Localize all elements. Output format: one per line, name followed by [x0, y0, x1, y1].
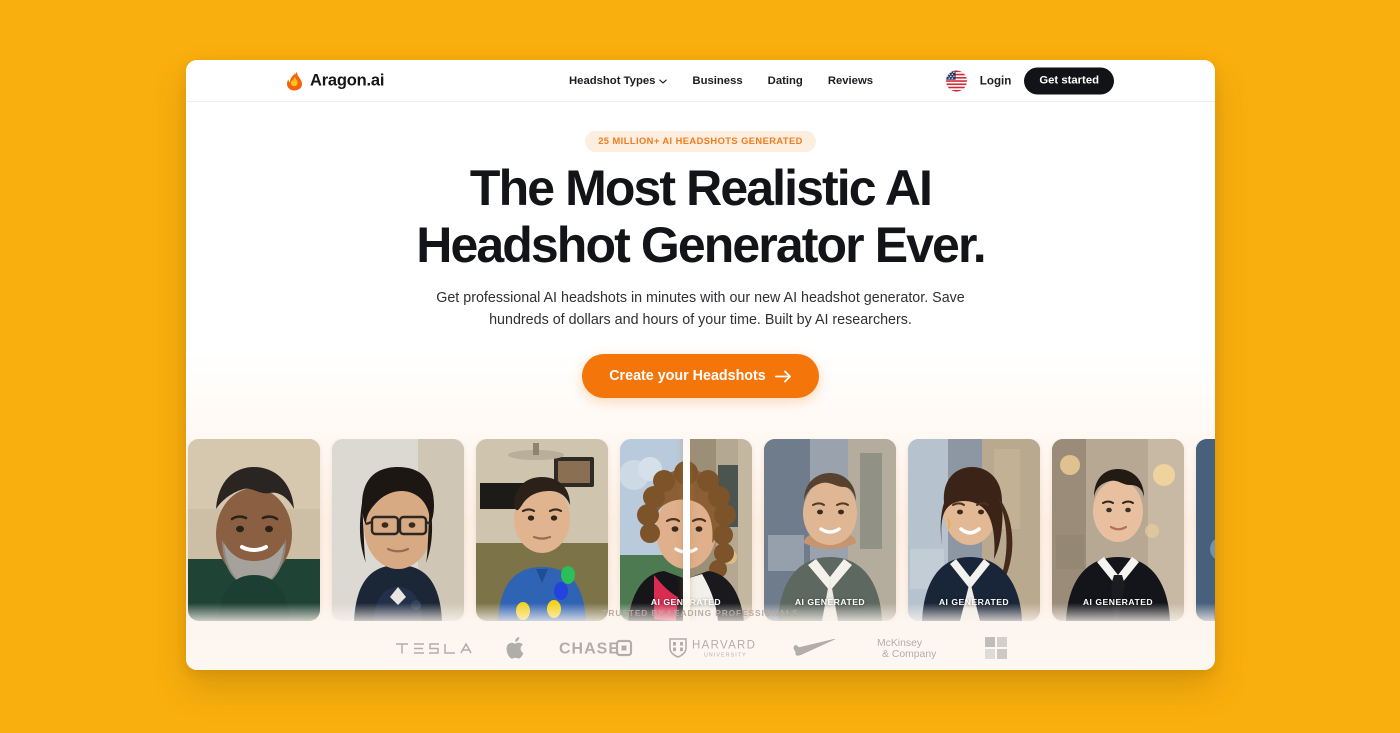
- cta-row: Create your Headshots: [186, 354, 1215, 399]
- headshot-image: [188, 439, 320, 621]
- subhead-line-2: hundreds of dollars and hours of your ti…: [489, 311, 912, 328]
- headshot-image: [908, 439, 1040, 621]
- page-title: The Most Realistic AI Headshot Generator…: [186, 163, 1215, 270]
- flame-icon: [287, 71, 302, 90]
- svg-text:McKinsey: McKinsey: [877, 638, 923, 649]
- svg-text:& Company: & Company: [882, 649, 937, 660]
- arrow-right-icon: [774, 370, 791, 383]
- trusted-by-label: TRUSTED BY LEADING PROFESSIONALS: [602, 608, 799, 618]
- site-header: Aragon.ai Headshot Types Business Dating…: [186, 60, 1215, 102]
- headshot-image: [332, 439, 464, 621]
- cta-label: Create your Headshots: [609, 368, 766, 385]
- nav-item-business[interactable]: Business: [692, 75, 742, 87]
- chevron-down-icon: [659, 79, 668, 84]
- trusted-by-section: TRUSTED BY LEADING PROFESSIONALS CHASE H…: [186, 603, 1215, 670]
- tesla-logo: [395, 641, 472, 654]
- nav-item-reviews[interactable]: Reviews: [828, 75, 873, 87]
- apple-logo: [506, 637, 523, 659]
- brand-logo[interactable]: Aragon.ai: [287, 71, 384, 90]
- microsoft-logo: [984, 637, 1007, 659]
- headshot-image: [476, 439, 608, 621]
- headshot-image: [1052, 439, 1184, 621]
- svg-text:UNIVERSITY: UNIVERSITY: [704, 653, 747, 659]
- chase-logo: CHASE: [559, 639, 632, 658]
- header-actions: Login Get started: [945, 67, 1114, 94]
- create-headshots-button[interactable]: Create your Headshots: [582, 354, 819, 399]
- nav-item-headshot-types[interactable]: Headshot Types: [569, 74, 668, 87]
- headshot-image: [1196, 439, 1215, 621]
- harvard-logo: HARVARD UNIVERSITY: [668, 638, 756, 659]
- us-flag-icon[interactable]: [945, 70, 967, 91]
- subhead-line-1: Get professional AI headshots in minutes…: [436, 290, 965, 306]
- main-nav: Headshot Types Business Dating Reviews: [569, 75, 873, 87]
- mckinsey-logo: McKinsey & Company: [877, 638, 937, 660]
- carousel-item[interactable]: [188, 439, 320, 621]
- svg-text:HARVARD: HARVARD: [692, 640, 756, 652]
- carousel-item-partial[interactable]: [1196, 439, 1215, 621]
- badge-row: 25 MILLION+ AI HEADSHOTS GENERATED: [186, 102, 1215, 152]
- hero-section: 25 MILLION+ AI HEADSHOTS GENERATED The M…: [186, 102, 1215, 670]
- nav-item-label: Headshot Types: [569, 74, 656, 87]
- headline-line-2: Headshot Generator Ever.: [416, 217, 986, 273]
- before-after-slider-handle[interactable]: [682, 439, 690, 621]
- stats-badge: 25 MILLION+ AI HEADSHOTS GENERATED: [585, 131, 816, 152]
- logo-row: CHASE HARVARD UNIVERSITY McKinsey & Comp…: [186, 635, 1215, 661]
- brand-name: Aragon.ai: [310, 71, 385, 89]
- get-started-button[interactable]: Get started: [1024, 67, 1114, 94]
- nav-item-dating[interactable]: Dating: [768, 75, 803, 87]
- browser-card: Aragon.ai Headshot Types Business Dating…: [186, 60, 1215, 670]
- svg-text:CHASE: CHASE: [559, 641, 620, 658]
- carousel-item[interactable]: AI GENERATED: [1052, 439, 1184, 621]
- nike-logo: [793, 639, 836, 656]
- carousel-item[interactable]: AI GENERATED: [908, 439, 1040, 621]
- carousel-item[interactable]: [476, 439, 608, 621]
- carousel-item[interactable]: AI GENERATED: [764, 439, 896, 621]
- login-link[interactable]: Login: [980, 74, 1012, 87]
- headshot-image: [764, 439, 896, 621]
- carousel-item-before-after[interactable]: AI GENERATED: [620, 439, 752, 621]
- hero-subhead: Get professional AI headshots in minutes…: [428, 288, 973, 331]
- headshot-carousel[interactable]: AI GENERATED AI GENERATED AI GENERATED A…: [186, 439, 1215, 621]
- carousel-item[interactable]: [332, 439, 464, 621]
- headline-line-1: The Most Realistic AI: [469, 160, 933, 216]
